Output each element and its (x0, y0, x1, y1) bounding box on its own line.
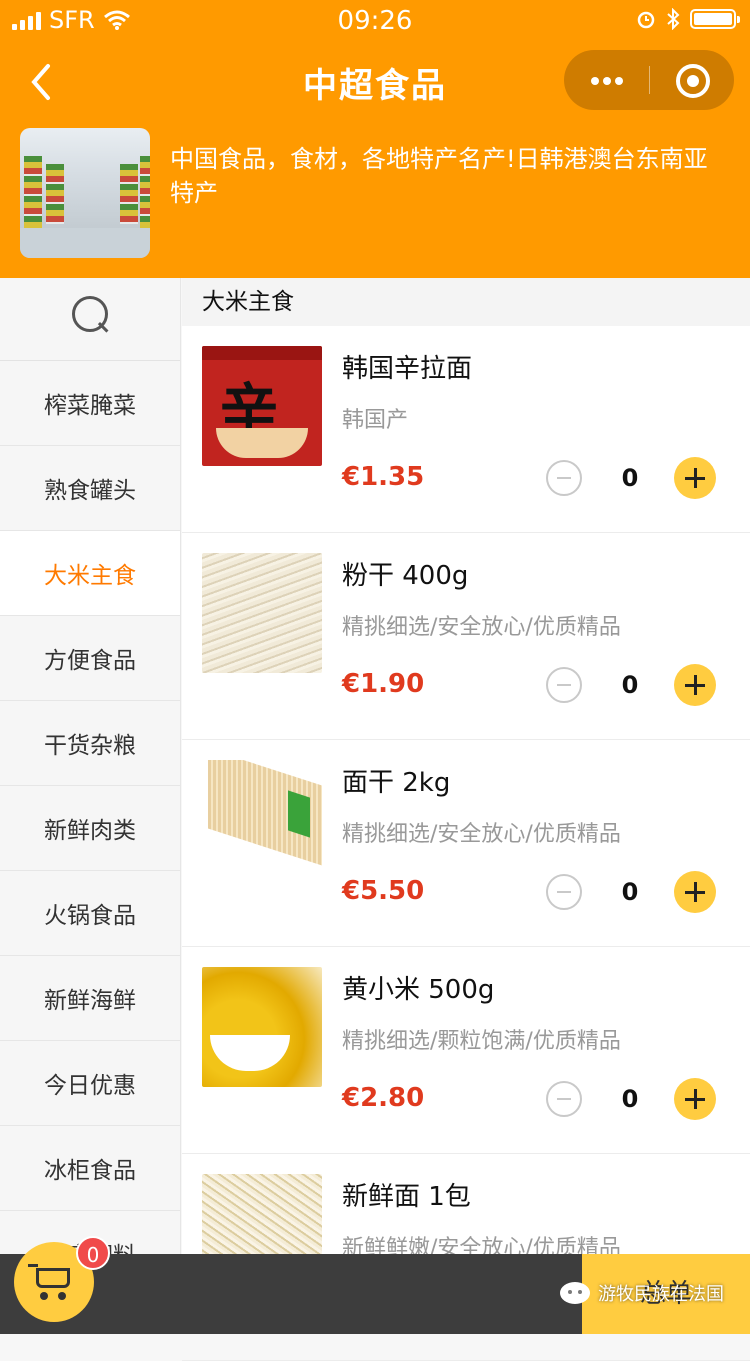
watermark-text: 游牧民族在法国 (598, 1284, 724, 1305)
cart-button[interactable]: 0 (14, 1236, 110, 1322)
product-item[interactable]: 辛 韩国辛拉面 韩国产 €1.35 0 (182, 326, 750, 533)
product-image: 辛 (202, 346, 322, 466)
category-item[interactable]: 榨菜腌菜 (0, 361, 180, 446)
product-name: 新鲜面 1包 (342, 1182, 471, 1212)
product-item[interactable]: 面干 2kg 精挑细选/安全放心/优质精品 €5.50 0 (182, 740, 750, 947)
category-item[interactable]: 干货杂粮 (0, 701, 180, 786)
product-image (202, 967, 322, 1087)
product-price: €2.80 (342, 1083, 425, 1113)
category-item[interactable]: 今日优惠 (0, 1041, 180, 1126)
increase-quantity-button[interactable] (674, 1078, 716, 1120)
product-item[interactable]: 粉干 400g 精挑细选/安全放心/优质精品 €1.90 0 (182, 533, 750, 740)
product-image (202, 760, 322, 880)
shop-header: 中国食品，食材，各地特产名产!日韩港澳台东南亚特产 (0, 124, 750, 278)
increase-quantity-button[interactable] (674, 871, 716, 913)
status-bar: SFR 09:26 (0, 0, 750, 40)
product-name: 韩国辛拉面 (342, 354, 473, 384)
nav-bar: 中超食品 (0, 40, 750, 124)
category-item-active[interactable]: 大米主食 (0, 531, 180, 616)
product-name: 粉干 400g (342, 561, 469, 591)
quantity-value: 0 (621, 671, 639, 699)
decrease-quantity-button[interactable] (546, 874, 582, 910)
cart-icon (36, 1268, 70, 1288)
category-item[interactable]: 新鲜肉类 (0, 786, 180, 871)
product-name: 面干 2kg (342, 768, 451, 798)
status-right (636, 8, 740, 30)
more-button[interactable] (564, 50, 649, 110)
product-name: 黄小米 500g (342, 975, 495, 1005)
product-item[interactable]: 黄小米 500g 精挑细选/颗粒饱满/优质精品 €2.80 0 (182, 947, 750, 1154)
watermark: 游牧民族在法国 (560, 1280, 724, 1306)
category-item[interactable]: 冰柜食品 (0, 1126, 180, 1211)
category-item[interactable]: 熟食罐头 (0, 446, 180, 531)
section-title: 大米主食 (182, 278, 750, 326)
product-image (202, 553, 322, 673)
category-item[interactable]: 火锅食品 (0, 871, 180, 956)
category-sidebar: 榨菜腌菜 熟食罐头 大米主食 方便食品 干货杂粮 新鲜肉类 火锅食品 新鲜海鲜 … (0, 278, 181, 1334)
product-desc: 精挑细选/安全放心/优质精品 (342, 822, 621, 847)
product-price: €1.90 (342, 669, 425, 699)
close-miniprogram-button[interactable] (650, 50, 734, 110)
product-price: €1.35 (342, 462, 425, 492)
wechat-icon (560, 1282, 590, 1304)
product-desc: 精挑细选/安全放心/优质精品 (342, 615, 621, 640)
quantity-value: 0 (621, 464, 639, 492)
increase-quantity-button[interactable] (674, 457, 716, 499)
decrease-quantity-button[interactable] (546, 667, 582, 703)
product-price: €5.50 (342, 876, 425, 906)
decrease-quantity-button[interactable] (546, 460, 582, 496)
shop-photo (20, 128, 150, 258)
search-button[interactable] (0, 278, 180, 361)
alarm-icon (637, 11, 655, 29)
product-list: 大米主食 辛 韩国辛拉面 韩国产 €1.35 0 粉干 400g 精挑细选/安全… (182, 278, 750, 1361)
category-item[interactable]: 方便食品 (0, 616, 180, 701)
quantity-value: 0 (621, 1085, 639, 1113)
category-item[interactable]: 新鲜海鲜 (0, 956, 180, 1041)
miniprogram-capsule (564, 50, 734, 110)
product-desc: 精挑细选/颗粒饱满/优质精品 (342, 1029, 621, 1054)
battery-icon (690, 9, 740, 29)
cart-count-badge: 0 (76, 1236, 110, 1270)
decrease-quantity-button[interactable] (546, 1081, 582, 1117)
shop-description: 中国食品，食材，各地特产名产!日韩港澳台东南亚特产 (170, 145, 708, 207)
bottom-cart-bar: 0 总单 游牧民族在法国 (0, 1236, 750, 1334)
product-desc: 韩国产 (342, 408, 409, 433)
bluetooth-icon (667, 8, 680, 30)
increase-quantity-button[interactable] (674, 664, 716, 706)
quantity-value: 0 (621, 878, 639, 906)
